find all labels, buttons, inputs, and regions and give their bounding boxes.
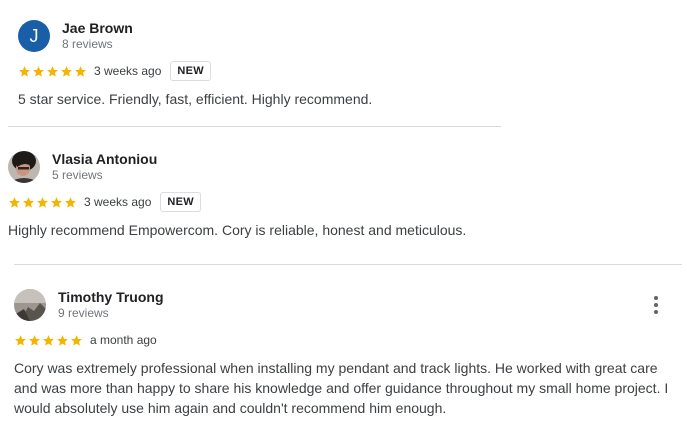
star-rating [14, 334, 83, 347]
star-icon [43, 334, 54, 346]
review-count[interactable]: 9 reviews [58, 306, 109, 320]
star-icon [71, 334, 82, 346]
avatar[interactable] [14, 289, 46, 321]
more-vert-icon-dot [654, 303, 658, 307]
star-icon [57, 334, 68, 346]
rating-row: a month ago [14, 330, 157, 350]
more-vert-icon [654, 296, 658, 300]
star-icon [29, 334, 40, 346]
avatar-photo [14, 289, 46, 321]
reviewer-name[interactable]: Timothy Truong [58, 289, 164, 305]
review-text: Cory was extremely professional when ins… [14, 360, 669, 416]
review-date: a month ago [90, 333, 157, 347]
more-options-button[interactable] [646, 293, 666, 317]
review-item: Timothy Truong 9 reviews a month ago Cor… [0, 0, 687, 424]
more-vert-icon-dot [654, 310, 658, 314]
star-icon [15, 334, 26, 346]
